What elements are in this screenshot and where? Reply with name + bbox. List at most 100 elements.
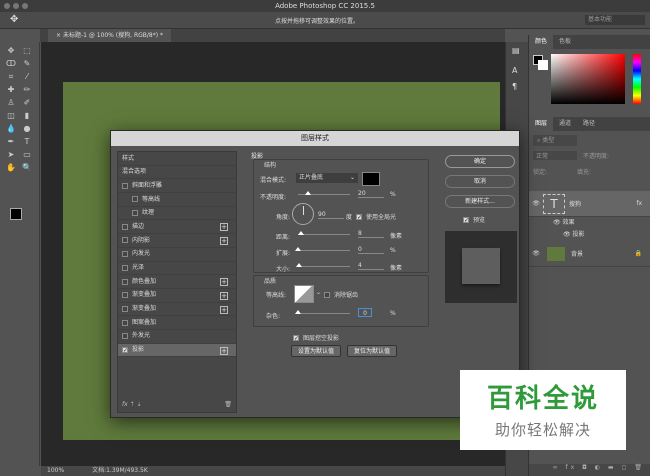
move-up-icon[interactable]: ⇡: [130, 401, 135, 408]
style-item[interactable]: 图案叠加: [118, 316, 236, 330]
reset-default-button[interactable]: 复位为默认值: [347, 345, 397, 357]
style-item[interactable]: 斜面和浮雕: [118, 179, 236, 194]
eyedropper-icon[interactable]: ⁄: [22, 72, 32, 82]
close-window-button[interactable]: [4, 3, 10, 9]
tab-channels[interactable]: 通道: [553, 117, 577, 131]
style-checkbox[interactable]: [122, 264, 128, 271]
style-checkbox[interactable]: [122, 333, 128, 340]
preview-checkbox[interactable]: ✓ 预览: [463, 215, 485, 224]
style-item[interactable]: 样式: [118, 152, 236, 166]
path-select-icon[interactable]: ➤: [6, 150, 16, 160]
add-effect-icon[interactable]: +: [220, 305, 228, 314]
minimize-window-button[interactable]: [13, 3, 19, 9]
character-icon[interactable]: A: [512, 66, 517, 75]
zoom-window-button[interactable]: [22, 3, 28, 9]
style-item[interactable]: 光泽: [118, 262, 236, 276]
blur-tool-icon[interactable]: 💧: [6, 124, 16, 134]
visibility-eye-icon[interactable]: 👁: [529, 250, 543, 257]
chevron-down-icon[interactable]: ⌄: [316, 289, 321, 296]
marquee-tool-icon[interactable]: ⬚: [22, 46, 32, 56]
style-checkbox[interactable]: [122, 223, 128, 230]
size-input[interactable]: 4: [358, 261, 384, 270]
hand-tool-icon[interactable]: ✋: [6, 163, 16, 173]
crop-tool-icon[interactable]: ⌗: [6, 72, 16, 82]
fx-menu-icon[interactable]: fx: [122, 401, 128, 408]
distance-slider[interactable]: [298, 231, 350, 235]
tab-color[interactable]: 颜色: [529, 35, 554, 49]
style-item[interactable]: 渐变叠加 +: [118, 289, 236, 303]
bg-swatch[interactable]: [538, 60, 548, 70]
tab-layers[interactable]: 图层: [529, 117, 554, 131]
style-item[interactable]: 等高线: [118, 193, 236, 207]
layer-row-text[interactable]: 👁 T 搜狗 fx: [529, 191, 650, 217]
pen-tool-icon[interactable]: ✒: [6, 137, 16, 147]
layer-row-background[interactable]: 👁 背景 🔒: [529, 241, 650, 267]
visibility-eye-icon[interactable]: 👁: [529, 200, 543, 207]
add-effect-icon[interactable]: +: [220, 237, 228, 246]
distance-input[interactable]: 8: [358, 229, 384, 238]
add-effect-icon[interactable]: +: [220, 291, 228, 300]
move-down-icon[interactable]: ⇣: [137, 401, 142, 408]
effect-row-drop-shadow[interactable]: 👁 投影: [529, 229, 650, 241]
style-checkbox[interactable]: [122, 237, 128, 244]
opacity-slider[interactable]: [298, 191, 350, 195]
cancel-button[interactable]: 取消: [445, 175, 515, 188]
tab-swatches[interactable]: 色板: [553, 35, 577, 49]
contour-picker[interactable]: [294, 285, 314, 303]
spread-slider[interactable]: [295, 247, 350, 251]
style-checkbox[interactable]: [122, 278, 128, 285]
effects-row[interactable]: 👁 效果: [529, 217, 650, 229]
style-item[interactable]: 内发光: [118, 248, 236, 262]
set-default-button[interactable]: 设置为默认值: [291, 345, 341, 357]
style-item[interactable]: 外发光: [118, 330, 236, 344]
layers-footer-icons[interactable]: ∞ fx ◘ ◐ ▬ ◻ 🗑: [529, 464, 650, 476]
antialias-checkbox[interactable]: 消除锯齿: [324, 290, 358, 299]
style-checkbox[interactable]: ✓: [122, 346, 128, 353]
knockout-checkbox[interactable]: ✓ 图层挖空投影: [293, 333, 339, 342]
style-item[interactable]: 描边 +: [118, 220, 236, 235]
document-tab[interactable]: × 未标题-1 @ 100% (搜狗, RGB/8*) *: [48, 29, 171, 42]
style-item[interactable]: 内阴影 +: [118, 234, 236, 248]
style-checkbox[interactable]: [122, 292, 128, 299]
healing-brush-icon[interactable]: ✚: [6, 85, 16, 95]
angle-dial[interactable]: [292, 203, 314, 225]
brush-tool-icon[interactable]: ✏: [22, 85, 32, 95]
new-style-button[interactable]: 新建样式...: [445, 195, 515, 208]
style-checkbox[interactable]: [122, 305, 128, 312]
clone-stamp-icon[interactable]: ♙: [6, 98, 16, 108]
shadow-color-swatch[interactable]: [362, 172, 380, 186]
style-checkbox[interactable]: [122, 182, 128, 189]
move-tool-icon[interactable]: ✥: [6, 46, 16, 56]
shape-tool-icon[interactable]: ▭: [22, 150, 32, 160]
type-tool-icon[interactable]: T: [22, 137, 32, 147]
add-effect-icon[interactable]: +: [220, 223, 228, 232]
style-item[interactable]: ✓ 投影 +: [118, 343, 236, 358]
foreground-color[interactable]: [10, 208, 22, 220]
noise-slider[interactable]: [295, 310, 350, 314]
style-checkbox[interactable]: [132, 210, 138, 217]
add-effect-icon[interactable]: +: [220, 278, 228, 287]
history-brush-icon[interactable]: ✐: [22, 98, 32, 108]
blend-mode-select[interactable]: 正片叠底 ⌄: [296, 173, 358, 183]
spread-input[interactable]: 0: [358, 245, 384, 254]
tab-paths[interactable]: 路径: [577, 117, 601, 131]
quick-select-icon[interactable]: ✎: [22, 59, 32, 69]
eraser-icon[interactable]: ◫: [6, 111, 16, 121]
kind-filter[interactable]: ⌕ 类型: [533, 135, 577, 146]
workspace-select[interactable]: 基本功能: [585, 15, 645, 25]
trash-icon[interactable]: 🗑: [224, 401, 232, 408]
history-icon[interactable]: ▤: [512, 46, 520, 55]
lasso-tool-icon[interactable]: ↀ: [6, 59, 16, 69]
style-checkbox[interactable]: [122, 319, 128, 326]
hue-slider[interactable]: [633, 54, 641, 104]
global-light-checkbox[interactable]: ✓ 使用全局光: [356, 212, 396, 221]
ok-button[interactable]: 确定: [445, 155, 515, 168]
close-tab-icon[interactable]: ×: [56, 32, 63, 39]
angle-input[interactable]: 90: [318, 210, 344, 219]
paragraph-icon[interactable]: ¶: [512, 82, 517, 91]
noise-input[interactable]: 0: [358, 308, 372, 317]
move-tool-icon[interactable]: ✥: [10, 14, 18, 25]
gradient-icon[interactable]: ▮: [22, 111, 32, 121]
opacity-slider-knob[interactable]: [305, 191, 312, 195]
color-field[interactable]: [551, 54, 625, 104]
